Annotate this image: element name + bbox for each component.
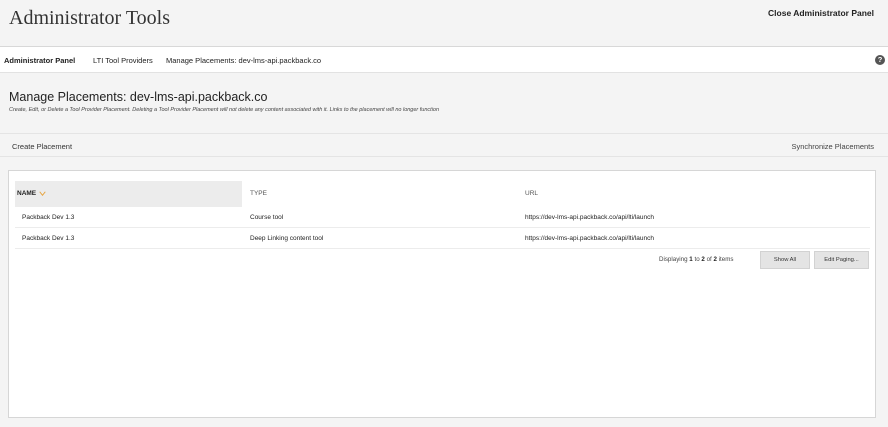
chevron-down-icon (39, 191, 46, 196)
cell-type: Course tool (250, 214, 284, 221)
app-title: Administrator Tools (9, 7, 171, 29)
breadcrumb-item-lti-providers[interactable]: LTI Tool Providers (93, 56, 153, 65)
paging-suffix: items (718, 256, 734, 263)
paging-prefix: Displaying (659, 256, 688, 263)
column-header-name[interactable]: NAME (15, 181, 242, 207)
paging-of-word: of (706, 256, 712, 263)
page-title: Manage Placements: dev-lms-api.packback.… (9, 90, 268, 104)
breadcrumb-item-manage-placements: Manage Placements: dev-lms-api.packback.… (166, 56, 322, 65)
top-bar: Administrator Tools Close Administrator … (0, 0, 888, 46)
show-all-button[interactable]: Show All (760, 251, 810, 269)
table-row: Packback Dev 1.3 Deep Linking content to… (15, 228, 870, 249)
paging-from: 1 (689, 256, 693, 263)
synchronize-placements-button[interactable]: Synchronize Placements (791, 142, 874, 151)
paging-to: 2 (701, 256, 705, 263)
cell-name[interactable]: Packback Dev 1.3 (22, 214, 74, 221)
breadcrumb-item-admin-panel[interactable]: Administrator Panel (4, 56, 75, 65)
create-placement-button[interactable]: Create Placement (12, 142, 72, 151)
column-header-name-label: NAME (17, 190, 37, 197)
paging-status: Displaying 1 to 2 of 2 items (659, 256, 733, 263)
help-icon[interactable]: ? (875, 55, 885, 65)
placements-panel: NAME TYPE URL Packback Dev 1.3 Course to… (8, 170, 876, 418)
cell-name[interactable]: Packback Dev 1.3 (22, 235, 74, 242)
breadcrumb: Administrator Panel LTI Tool Providers M… (0, 46, 888, 73)
close-admin-panel-link[interactable]: Close Administrator Panel (768, 8, 874, 18)
page-description: Create, Edit, or Delete a Tool Provider … (9, 107, 440, 113)
cell-url: https://dev-lms-api.packback.co/api/lti/… (525, 214, 654, 221)
paging-to-word: to (694, 256, 700, 263)
column-header-url[interactable]: URL (525, 181, 538, 207)
cell-url: https://dev-lms-api.packback.co/api/lti/… (525, 235, 654, 242)
edit-paging-button[interactable]: Edit Paging... (814, 251, 869, 269)
table-row: Packback Dev 1.3 Course tool https://dev… (15, 207, 870, 228)
cell-type: Deep Linking content tool (250, 235, 324, 242)
action-bar: Create Placement Synchronize Placements (0, 133, 888, 157)
paging-total: 2 (713, 256, 717, 263)
column-header-type[interactable]: TYPE (250, 181, 267, 207)
